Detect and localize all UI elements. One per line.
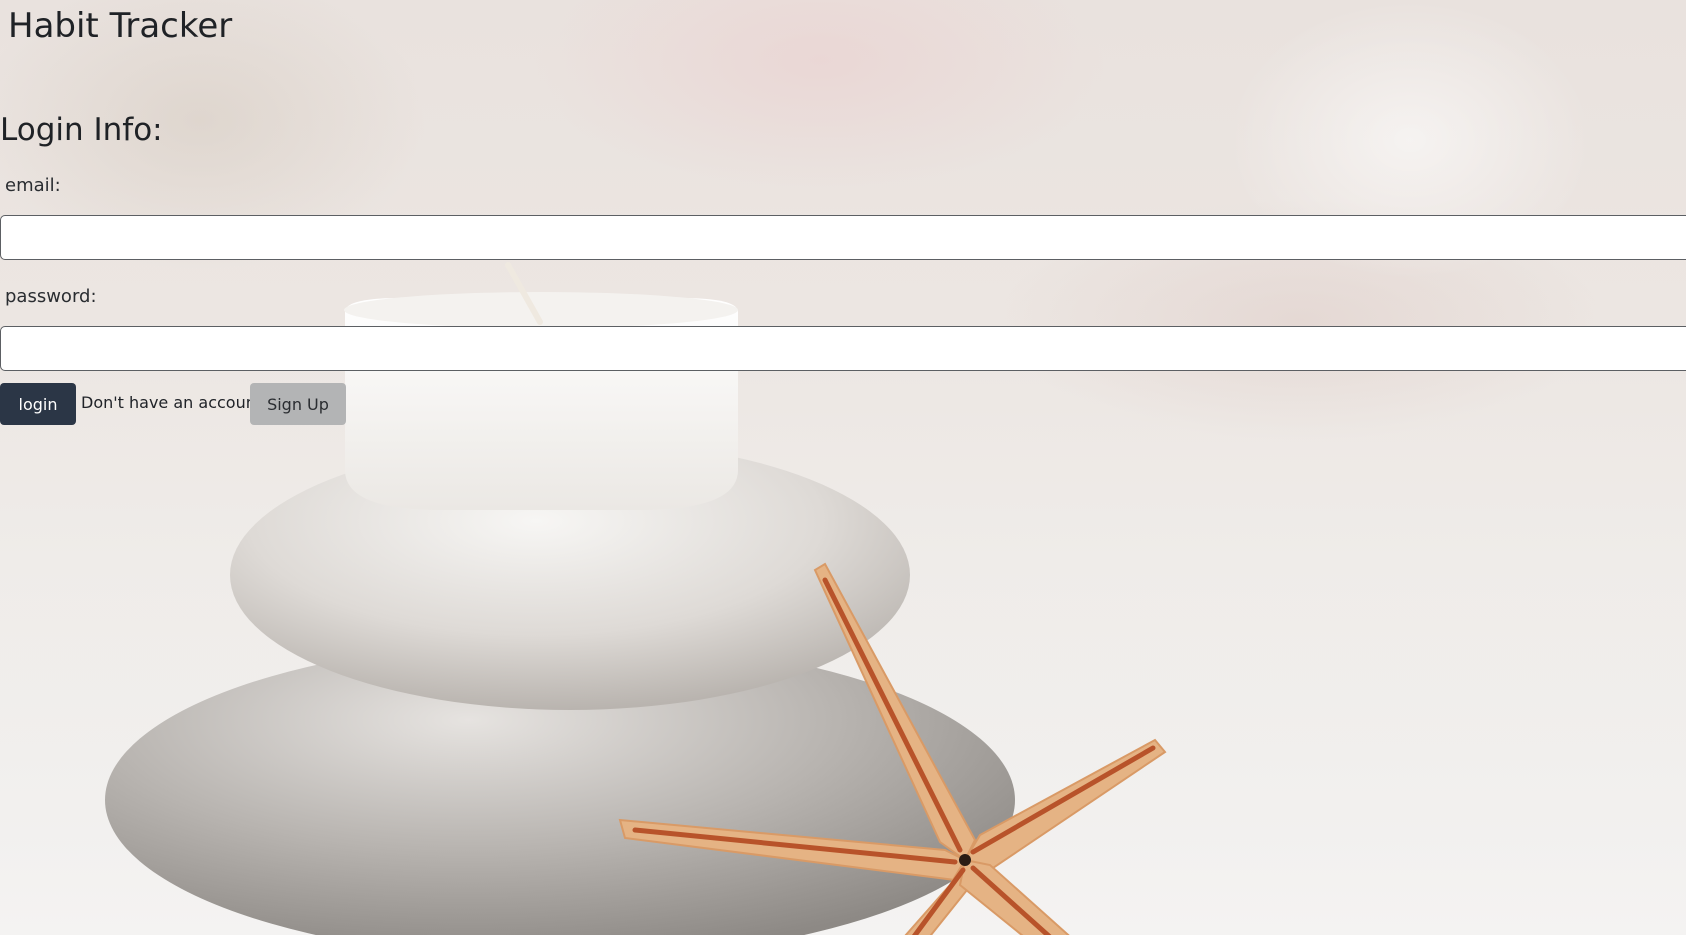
background-photo xyxy=(0,0,1686,935)
email-field[interactable] xyxy=(0,215,1686,260)
signup-button[interactable]: Sign Up xyxy=(250,383,346,425)
login-button[interactable]: login xyxy=(0,383,76,425)
app-title: Habit Tracker xyxy=(8,6,233,46)
password-field[interactable] xyxy=(0,326,1686,371)
email-label: email: xyxy=(5,175,61,196)
signup-prompt-text: Don't have an account? xyxy=(81,393,271,412)
login-info-heading: Login Info: xyxy=(0,112,163,148)
password-label: password: xyxy=(5,286,97,307)
